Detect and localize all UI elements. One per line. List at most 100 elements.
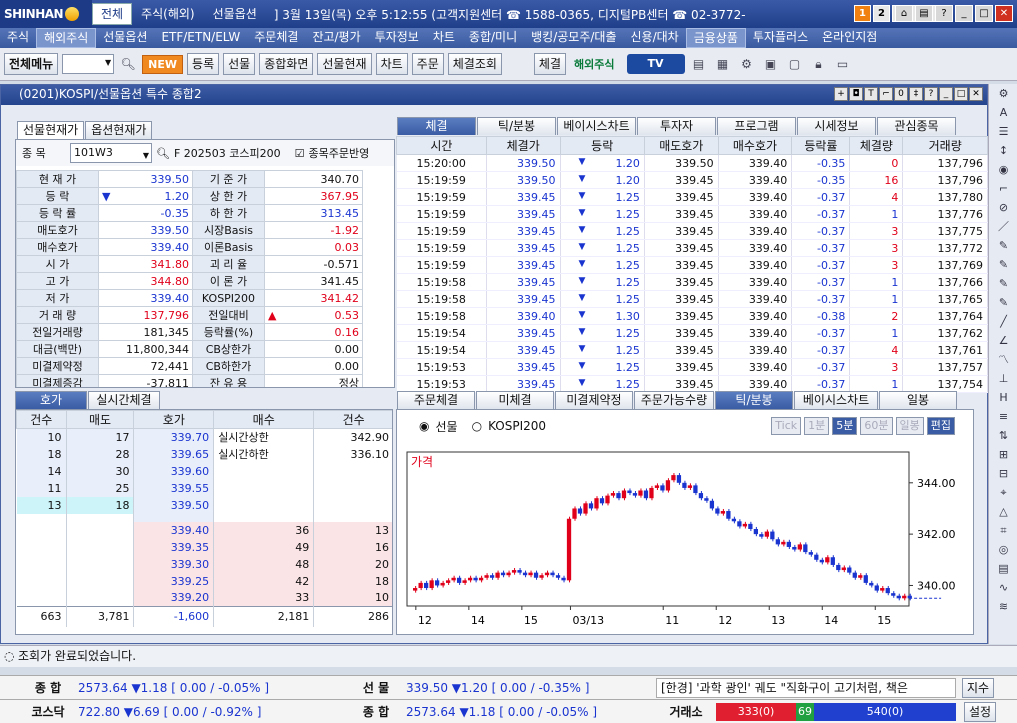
tick-tab-2[interactable]: 베이시스차트 [557, 117, 636, 135]
window-stick-icon[interactable]: ‡ [909, 87, 923, 101]
chart-tab-6[interactable]: 일봉 [879, 391, 957, 409]
tick-row[interactable]: 15:19:58 339.45 ▼ 1.25 339.45 339.40 -0.37 1 137… [396, 290, 988, 308]
menu-item-11[interactable]: 금융상품 [685, 28, 746, 48]
tool-icon-21[interactable]: ⌖ [989, 483, 1017, 502]
window-pin-icon[interactable]: ⌐ [879, 87, 893, 101]
tool-icon-4[interactable]: ◉ [989, 160, 1017, 179]
tool-icon-12[interactable]: ╱ [989, 312, 1017, 331]
ask-price[interactable]: 339.70 [133, 428, 215, 446]
tick-row[interactable]: 15:19:59 339.50 ▼ 1.20 339.45 339.40 -0.35 16 13… [396, 171, 988, 189]
menu-item-1[interactable]: 해외주식 [36, 28, 97, 48]
tab-futures-current[interactable]: 선물현재가 [17, 121, 85, 139]
tool-icon-27[interactable]: ≋ [989, 597, 1017, 616]
screen-number-select[interactable] [62, 54, 115, 74]
home-icon[interactable]: ⌂ [895, 5, 913, 22]
window-text-icon[interactable]: T [864, 87, 878, 101]
screen-2-button[interactable]: 2 [873, 5, 890, 22]
title-tab-futures[interactable]: 선물옵션 [204, 3, 266, 25]
tool-icon-7[interactable]: ／ [989, 217, 1017, 236]
tick-row[interactable]: 15:19:58 339.40 ▼ 1.30 339.45 339.40 -0.38 2 137… [396, 307, 988, 325]
settings-icon[interactable]: ⚙ [737, 54, 757, 74]
menu-item-9[interactable]: 뱅킹/공모주/대출 [524, 28, 623, 48]
execution-query-button[interactable]: 체결조회 [447, 53, 502, 75]
chart-tab-4[interactable]: 틱/분봉 [715, 391, 793, 409]
close-icon[interactable]: ✕ [995, 5, 1013, 22]
futures-select[interactable]: 선물 [223, 53, 256, 75]
tool-icon-15[interactable]: ⊥ [989, 369, 1017, 388]
window-help-icon[interactable]: ? [924, 87, 938, 101]
window-maximize-icon[interactable]: □ [954, 87, 968, 101]
maximize-icon[interactable]: □ [975, 5, 993, 22]
menu-item-7[interactable]: 차트 [426, 28, 462, 48]
tick-tab-1[interactable]: 틱/분봉 [477, 117, 556, 135]
tab-realtime-exec[interactable]: 실시간체결 [88, 391, 160, 409]
tool-icon-18[interactable]: ⇅ [989, 426, 1017, 445]
radio-futures[interactable]: ◉ [419, 419, 429, 433]
help-icon[interactable]: ? [935, 5, 953, 22]
chart-tab-3[interactable]: 주문가능수량 [634, 391, 714, 409]
ask-row[interactable]: 14 30 339.60 [16, 462, 392, 480]
tv-button[interactable]: TV [626, 54, 685, 74]
menu-item-13[interactable]: 온라인지점 [815, 28, 884, 48]
tool-icon-9[interactable]: ✎ [989, 255, 1017, 274]
period-button-2[interactable]: 5분 [832, 417, 858, 435]
tool-icon-20[interactable]: ⊟ [989, 464, 1017, 483]
lock-icon[interactable]: 🔒︎ [809, 54, 829, 74]
tool-icon-5[interactable]: ⌐ [989, 179, 1017, 198]
ask-row[interactable]: 18 28 339.65 실시간하한 336.10 [16, 445, 392, 463]
tick-row[interactable]: 15:19:53 339.45 ▼ 1.25 339.45 339.40 -0.37 3 137… [396, 358, 988, 376]
code-input[interactable]: 101W3 [70, 143, 152, 165]
tool-icon-19[interactable]: ⊞ [989, 445, 1017, 464]
tool-icon-1[interactable]: A [989, 103, 1017, 122]
title-tab-all[interactable]: 전체 [92, 3, 133, 25]
chart-tab-2[interactable]: 미결제약정 [555, 391, 633, 409]
menu-item-8[interactable]: 종합/미니 [462, 28, 524, 48]
bid-price[interactable]: 339.40 [133, 521, 215, 539]
menu-item-5[interactable]: 잔고/평가 [305, 28, 367, 48]
new-badge[interactable]: NEW [142, 54, 184, 74]
tool-icon-3[interactable]: ↕ [989, 141, 1017, 160]
window-add-icon[interactable]: + [834, 87, 848, 101]
news-ticker[interactable]: [한경] '과학 광인' 궤도 "직화구이 고기처럼, 책은 [656, 677, 956, 698]
futures-current-button[interactable]: 선물현재 [317, 53, 372, 75]
tick-row[interactable]: 15:20:00 339.50 ▼ 1.20 339.50 339.40 -0.35 0 137… [396, 154, 988, 172]
register-button[interactable]: 등록 [187, 53, 220, 75]
order-button[interactable]: 주문 [411, 53, 444, 75]
chart-tab-1[interactable]: 미체결 [476, 391, 554, 409]
tick-row[interactable]: 15:19:59 339.45 ▼ 1.25 339.45 339.40 -0.37 3 137… [396, 222, 988, 240]
code-search-icon[interactable]: 🔍︎ [156, 147, 170, 160]
overview-button[interactable]: 종합화면 [259, 53, 314, 75]
radio-kospi200[interactable]: ○ [472, 419, 482, 433]
tool-icon-13[interactable]: ∠ [989, 331, 1017, 350]
tool-icon-10[interactable]: ✎ [989, 274, 1017, 293]
printer-icon[interactable]: ▤ [689, 54, 709, 74]
title-tab-overseas[interactable]: 주식(해외) [132, 3, 204, 25]
tool-icon-11[interactable]: ✎ [989, 293, 1017, 312]
menu-item-2[interactable]: 선물옵션 [96, 28, 154, 48]
tool-icon-25[interactable]: ▤ [989, 559, 1017, 578]
window-minimize-icon[interactable]: _ [939, 87, 953, 101]
ask-price[interactable]: 339.55 [133, 479, 215, 497]
tool-icon-26[interactable]: ∿ [989, 578, 1017, 597]
ask-price[interactable]: 339.65 [133, 445, 215, 463]
bid-price[interactable]: 339.30 [133, 555, 215, 573]
tick-row[interactable]: 15:19:59 339.45 ▼ 1.25 339.45 339.40 -0.37 1 137… [396, 205, 988, 223]
layout-icon[interactable]: ▣ [761, 54, 781, 74]
window-close-icon[interactable]: ✕ [969, 87, 983, 101]
tick-row[interactable]: 15:19:59 339.45 ▼ 1.25 339.45 339.40 -0.37 3 137… [396, 256, 988, 274]
ask-row[interactable]: 11 25 339.55 [16, 479, 392, 497]
window-zero-icon[interactable]: 0 [894, 87, 908, 101]
tick-row[interactable]: 15:19:53 339.45 ▼ 1.25 339.45 339.40 -0.37 1 137… [396, 375, 988, 393]
tool-icon-14[interactable]: 〽 [989, 350, 1017, 369]
overseas-stock-link[interactable]: 해외주식 [574, 56, 614, 72]
tool-icon-6[interactable]: ⊘ [989, 198, 1017, 217]
ask-price[interactable]: 339.60 [133, 462, 215, 480]
tick-row[interactable]: 15:19:54 339.45 ▼ 1.25 339.45 339.40 -0.37 4 137… [396, 341, 988, 359]
bid-row[interactable]: 339.40 36 13 [16, 521, 392, 539]
bid-row[interactable]: 339.35 49 16 [16, 538, 392, 556]
bid-row[interactable]: 339.20 33 10 [16, 589, 392, 607]
chart-tab-0[interactable]: 주문체결 [397, 391, 475, 409]
period-button-4[interactable]: 일봉 [895, 417, 924, 435]
minimize-icon[interactable]: _ [955, 5, 973, 22]
menu-item-6[interactable]: 투자정보 [368, 28, 426, 48]
